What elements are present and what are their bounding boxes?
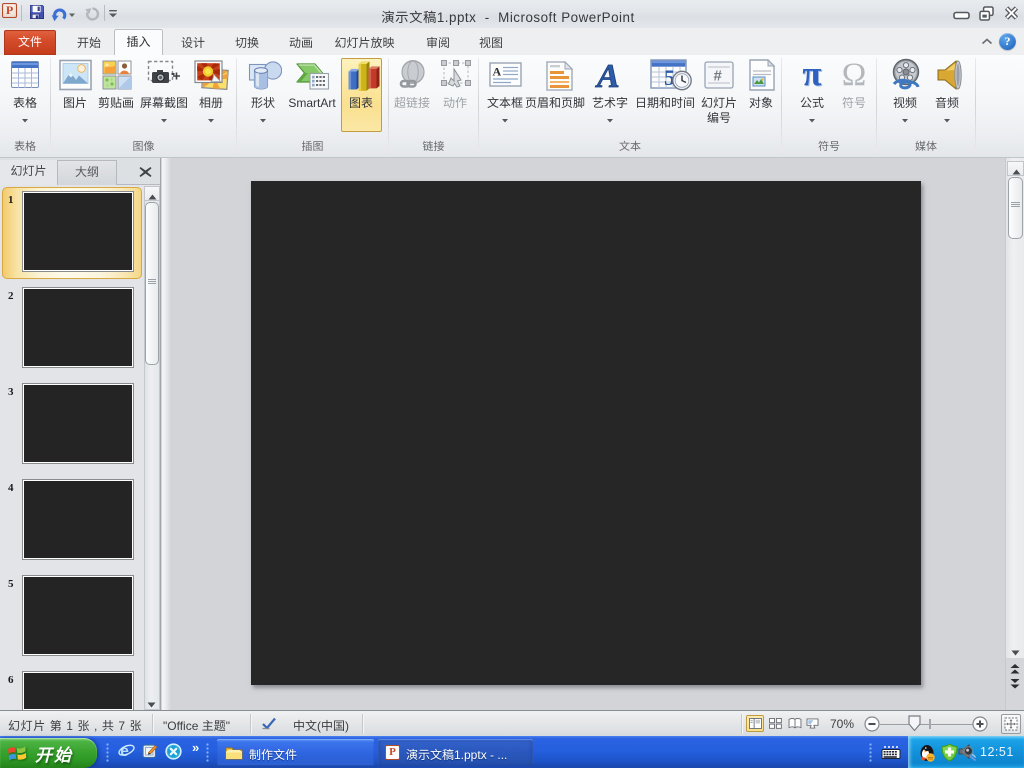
svg-text:A: A [595, 60, 620, 90]
svg-text:#: # [714, 68, 723, 85]
svg-text:A: A [493, 65, 502, 79]
